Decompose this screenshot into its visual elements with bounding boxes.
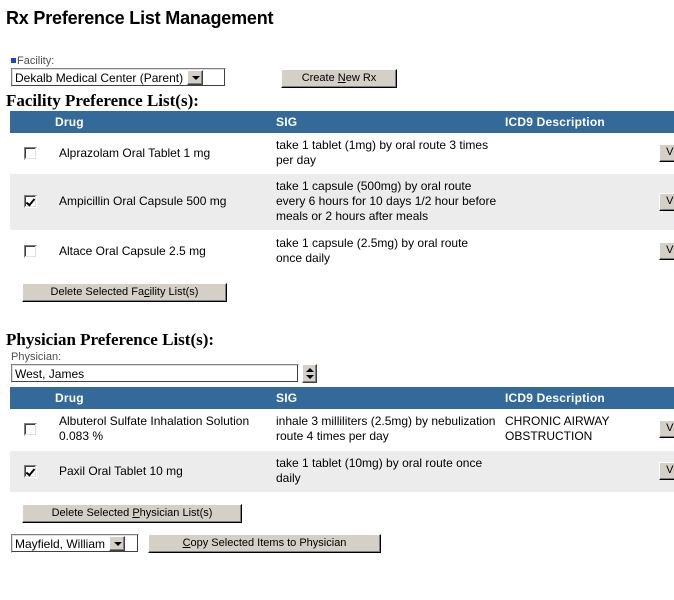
delete-physician-post: hysician List(s): [139, 507, 213, 519]
physician-preference-table: Drug SIG ICD9 Description Albuterol Sulf…: [10, 387, 674, 492]
table-header-row: Drug SIG ICD9 Description: [10, 111, 674, 133]
column-header-check: [10, 387, 51, 409]
physician-selector-block: Physician: West, James: [0, 351, 674, 383]
row-checkbox-cell: [10, 231, 51, 273]
view-button[interactable]: View: [659, 420, 674, 438]
row-action-cell: View: [653, 450, 674, 492]
row-sig: take 1 tablet (10mg) by oral route once …: [272, 450, 501, 492]
facility-section-heading: Facility Preference List(s):: [6, 91, 199, 110]
column-header-drug: Drug: [51, 387, 272, 409]
row-checkbox[interactable]: [24, 244, 37, 258]
create-new-rx-button[interactable]: Create New Rx: [281, 69, 397, 88]
row-icd9: [501, 450, 653, 492]
row-drug: Alprazolam Oral Tablet 1 mg: [59, 145, 211, 160]
spinner-up-arrow-icon[interactable]: [305, 368, 314, 372]
row-checkbox[interactable]: [24, 146, 37, 160]
table-row: Altace Oral Capsule 2.5 mg take 1 capsul…: [10, 231, 674, 273]
row-drug: Ampicillin Oral Capsule 500 mg: [51, 174, 272, 231]
row-icd9: CHRONIC AIRWAY OBSTRUCTION: [501, 409, 653, 451]
row-checkbox[interactable]: [24, 195, 37, 209]
column-header-action: [653, 387, 674, 409]
facility-preference-table: Drug SIG ICD9 Description Alprazolam Ora…: [10, 111, 674, 272]
row-action-cell: View: [653, 409, 674, 451]
delete-selected-physician-lists-button[interactable]: Delete Selected Physician List(s): [22, 504, 242, 523]
facility-select[interactable]: Dekalb Medical Center (Parent): [11, 68, 226, 87]
row-icd9: [501, 231, 653, 273]
copy-target-physician-select[interactable]: Mayfield, William: [11, 534, 139, 553]
view-button[interactable]: View: [659, 242, 674, 260]
row-icd9: [501, 174, 653, 231]
delete-physician-accesskey: P: [132, 507, 140, 519]
column-header-sig: SIG: [272, 387, 501, 409]
table-row: Alprazolam Oral Tablet 1 mg take 1 table…: [10, 133, 674, 174]
copy-selected-items-to-physician-button[interactable]: Copy Selected Items to Physician: [148, 534, 381, 553]
physician-actions: Delete Selected Physician List(s): [0, 492, 674, 523]
spinner-down-arrow-icon[interactable]: [305, 375, 314, 379]
column-header-check: [10, 111, 51, 133]
spinner-up-down-icon[interactable]: [302, 364, 317, 383]
delete-selected-facility-lists-button[interactable]: Delete Selected Facility List(s): [22, 283, 227, 302]
physician-section-heading: Physician Preference List(s):: [6, 330, 215, 349]
row-checkbox-cell: [10, 174, 51, 231]
chevron-down-icon[interactable]: [109, 536, 126, 551]
row-sig: take 1 capsule (2.5mg) by oral route onc…: [276, 236, 469, 265]
create-new-rx-accesskey: N: [337, 72, 346, 84]
page-root: Rx Preference List Management Facility: …: [0, 0, 674, 553]
row-sig: take 1 tablet (1mg) by oral route 3 time…: [276, 138, 489, 167]
chevron-down-icon[interactable]: [187, 70, 204, 85]
view-button[interactable]: View: [659, 144, 674, 162]
physician-select-value[interactable]: West, James: [11, 364, 299, 383]
row-sig: inhale 3 milliliters (2.5mg) by nebuliza…: [272, 409, 501, 451]
row-drug: Altace Oral Capsule 2.5 mg: [59, 243, 206, 258]
row-action-cell: View: [653, 174, 674, 231]
column-header-sig: SIG: [272, 111, 501, 133]
delete-facility-post: ility List(s): [149, 286, 199, 298]
row-action-cell: View: [653, 133, 674, 174]
facility-label: Facility:: [11, 55, 674, 67]
row-sig: take 1 capsule (500mg) by oral route eve…: [272, 174, 501, 231]
create-new-rx-pre: Create: [301, 72, 338, 84]
column-header-drug: Drug: [51, 111, 272, 133]
column-header-icd9: ICD9 Description: [501, 387, 653, 409]
row-checkbox[interactable]: [24, 464, 37, 478]
table-row: Ampicillin Oral Capsule 500 mg take 1 ca…: [10, 174, 674, 231]
facility-actions: Delete Selected Facility List(s): [0, 272, 674, 302]
facility-select-value: Dekalb Medical Center (Parent): [15, 71, 184, 85]
blue-bullet-icon: [11, 57, 16, 63]
page-title: Rx Preference List Management: [6, 8, 274, 28]
copy-items-accesskey: C: [182, 537, 191, 549]
table-row: Paxil Oral Tablet 10 mg take 1 tablet (1…: [10, 450, 674, 492]
row-checkbox-cell: [10, 450, 51, 492]
physician-label: Physician:: [11, 351, 62, 363]
row-icd9: [501, 133, 653, 174]
row-drug: Albuterol Sulfate Inhalation Solution 0.…: [51, 409, 272, 451]
row-checkbox-cell: [10, 409, 51, 451]
facility-label-text: Facility:: [17, 55, 55, 67]
view-button[interactable]: View: [659, 192, 674, 211]
table-row: Albuterol Sulfate Inhalation Solution 0.…: [10, 409, 674, 451]
row-checkbox-cell: [10, 133, 51, 174]
copy-to-physician-row: Mayfield, William Copy Selected Items to…: [0, 534, 674, 553]
create-new-rx-post: ew Rx: [345, 72, 377, 84]
column-header-icd9: ICD9 Description: [501, 111, 653, 133]
row-action-cell: View: [653, 231, 674, 273]
table-header-row: Drug SIG ICD9 Description: [10, 387, 674, 409]
delete-physician-pre: Delete Selected: [51, 507, 133, 519]
delete-facility-pre: Delete Selected Fa: [50, 286, 145, 298]
copy-target-physician-value: Mayfield, William: [15, 537, 106, 551]
row-drug: Paxil Oral Tablet 10 mg: [51, 450, 272, 492]
column-header-action: [653, 111, 674, 133]
row-checkbox[interactable]: [24, 422, 37, 436]
view-button[interactable]: View: [659, 462, 674, 480]
copy-items-post: opy Selected Items to Physician: [190, 537, 347, 549]
